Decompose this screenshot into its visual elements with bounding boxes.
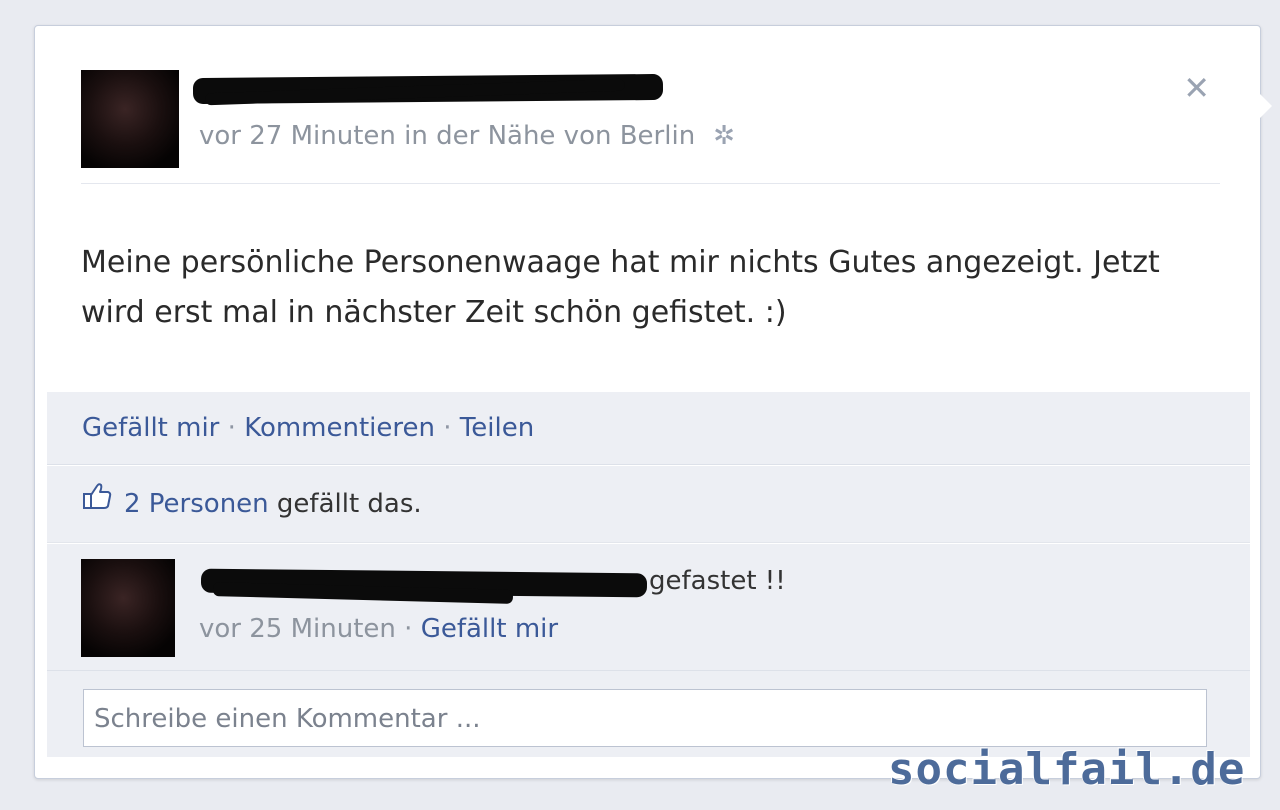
header-divider [81, 183, 1220, 184]
comment-separator: · [404, 614, 413, 644]
card-pointer [1260, 94, 1272, 118]
likes-text: gefällt das. [276, 489, 422, 519]
close-icon[interactable]: ✕ [1183, 72, 1210, 104]
gear-icon[interactable]: ✲ [713, 121, 735, 151]
thumbs-up-icon [82, 464, 112, 540]
likers-link[interactable]: 2 Personen [124, 489, 269, 519]
comment-like-link[interactable]: Gefällt mir [421, 614, 558, 644]
comment-item [47, 544, 1250, 671]
author-avatar[interactable] [81, 70, 179, 168]
action-bar: Gefällt mir · Kommentieren · Teilen [47, 392, 1250, 465]
like-link[interactable]: Gefällt mir [82, 413, 219, 443]
watermark-logo: socialfail.de [888, 744, 1246, 795]
post-meta: vor 27 Minuten in der Nähe von Berlin ✲ [199, 121, 735, 151]
post-meta-text[interactable]: vor 27 Minuten in der Nähe von Berlin [199, 121, 695, 151]
comment-input[interactable]: Schreibe einen Kommentar ... [83, 689, 1207, 747]
action-separator: · [227, 413, 236, 443]
post-message: Meine persönliche Personenwaage hat mir … [81, 245, 1160, 330]
comment-time[interactable]: vor 25 Minuten [199, 614, 396, 644]
comment-meta: vor 25 Minuten · Gefällt mir [199, 614, 558, 644]
comment-text: gefastet !! [649, 566, 786, 596]
share-link[interactable]: Teilen [460, 413, 534, 443]
comment-link[interactable]: Kommentieren [244, 413, 435, 443]
commenter-avatar[interactable] [81, 559, 175, 657]
likes-summary: 2 Personen gefällt das. [47, 466, 1250, 543]
story-card: ✕ vor 27 Minuten in der Nähe von Berlin ✲… [34, 25, 1272, 779]
action-separator: · [443, 413, 452, 443]
